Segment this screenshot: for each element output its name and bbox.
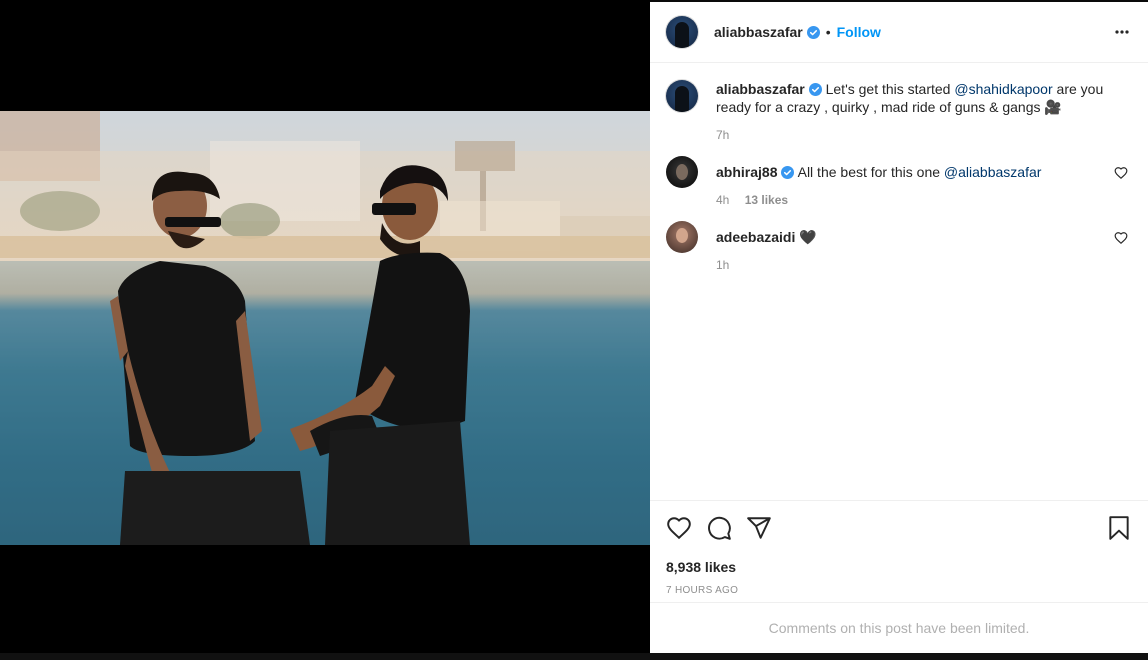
comment-meta: 1h (716, 258, 1116, 272)
heart-icon[interactable] (666, 515, 692, 541)
commenter-avatar[interactable] (666, 156, 698, 188)
caption-username[interactable]: aliabbaszafar (716, 81, 805, 97)
comment-username[interactable]: adeebazaidi (716, 229, 795, 245)
author-username[interactable]: aliabbaszafar (714, 24, 803, 40)
caption-meta: 7h (716, 128, 1116, 142)
background-strip (0, 653, 1148, 660)
verified-badge-icon (806, 25, 820, 39)
post-media (0, 0, 650, 660)
likes-count[interactable]: 8,938 likes (666, 559, 1132, 575)
comment-time[interactable]: 1h (716, 258, 729, 272)
comment-username[interactable]: abhiraj88 (716, 164, 777, 180)
post-actions: 8,938 likes 7 HOURS AGO (650, 500, 1148, 602)
comment-item: adeebazaidi 🖤 1h (666, 221, 1132, 272)
comment-icon[interactable] (706, 515, 732, 541)
verified-badge-icon (781, 166, 795, 179)
heart-icon[interactable] (1114, 166, 1128, 180)
verified-badge-icon (808, 83, 822, 96)
comment-text: adeebazaidi 🖤 (716, 228, 1116, 246)
post-timestamp[interactable]: 7 HOURS AGO (666, 585, 1132, 596)
comments-list: aliabbaszafar Let's get this started @sh… (650, 64, 1148, 500)
camera-emoji: 🎥 (1044, 99, 1062, 115)
comment-text: abhiraj88 All the best for this one @ali… (716, 163, 1116, 181)
action-icons (666, 513, 1132, 543)
comment-item: abhiraj88 All the best for this one @ali… (666, 156, 1132, 207)
caption-body-start: Let's get this started (825, 81, 955, 97)
comment-likes[interactable]: 13 likes (745, 193, 788, 207)
comment-meta: 4h 13 likes (716, 193, 1116, 207)
black-heart-emoji: 🖤 (799, 229, 817, 245)
caption-avatar[interactable] (666, 80, 698, 112)
header-separator: • (825, 24, 831, 40)
commenter-avatar[interactable] (666, 221, 698, 253)
post-modal: aliabbaszafar • Follow aliabbaszafar Let… (0, 0, 1148, 660)
author-avatar[interactable] (666, 16, 698, 48)
caption-text: aliabbaszafar Let's get this started @sh… (716, 80, 1116, 116)
caption: aliabbaszafar Let's get this started @sh… (666, 80, 1132, 142)
heart-icon[interactable] (1114, 231, 1128, 245)
post-photo[interactable] (0, 111, 650, 545)
comment-time[interactable]: 4h (716, 193, 729, 207)
photo-illustration (0, 111, 650, 545)
share-icon[interactable] (746, 515, 772, 541)
bookmark-icon[interactable] (1106, 515, 1132, 541)
post-header: aliabbaszafar • Follow (650, 2, 1148, 63)
comment-body: All the best for this one (797, 164, 944, 180)
comment-mention[interactable]: @aliabbaszafar (944, 164, 1042, 180)
post-sidebar: aliabbaszafar • Follow aliabbaszafar Let… (650, 2, 1148, 653)
follow-button[interactable]: Follow (837, 24, 881, 40)
more-options-icon[interactable] (1114, 24, 1130, 40)
comments-limited-notice: Comments on this post have been limited. (650, 602, 1148, 653)
caption-mention[interactable]: @shahidkapoor (954, 81, 1052, 97)
caption-time[interactable]: 7h (716, 128, 729, 142)
